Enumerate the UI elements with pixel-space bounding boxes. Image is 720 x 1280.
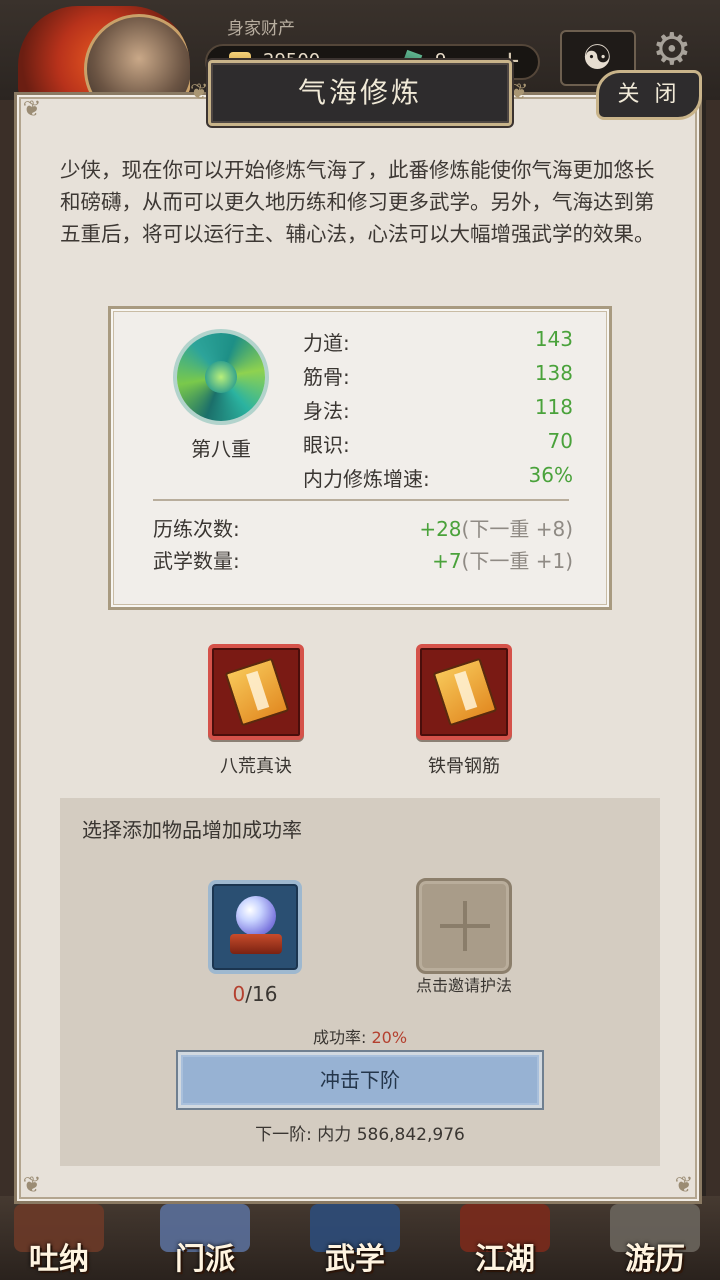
bonus-value-group: +28(下一重 +8) [419, 513, 573, 542]
bonus-value: +7 [432, 549, 462, 573]
bonus-row: 武学数量: +7(下一重 +1) [153, 545, 573, 575]
player-portrait-frame[interactable] [18, 6, 190, 98]
corner-ornament-icon: ❦ [22, 1173, 42, 1198]
scroll-book-icon [224, 657, 290, 727]
item-count: 0/16 [208, 982, 302, 1006]
nav-wuxue[interactable]: 武学 [300, 1204, 410, 1280]
settings-gear-icon[interactable]: ⚙ [652, 24, 691, 75]
stat-row: 筋骨: 138 [303, 361, 573, 391]
stat-value: 70 [547, 429, 573, 453]
invite-guardian-button[interactable] [416, 878, 512, 974]
dialog-title: 气海修炼 [297, 76, 422, 109]
bonus-label: 武学数量: [153, 549, 240, 573]
item-count-total: /16 [245, 982, 278, 1006]
stat-value: 138 [534, 361, 573, 385]
qihai-swirl-icon [177, 333, 265, 421]
nav-tuna-label: 吐纳 [29, 1242, 89, 1277]
success-rate-value: 20% [371, 1028, 408, 1047]
boost-title: 选择添加物品增加成功率 [82, 818, 302, 842]
nav-jianghu-label: 江湖 [475, 1242, 535, 1277]
nav-menpai-label: 门派 [175, 1242, 235, 1277]
level-stats-card: 第八重 力道: 143 筋骨: 138 身法: 118 眼识: 70 内力修炼增… [108, 306, 612, 610]
stat-label: 内力修炼增速: [303, 467, 430, 491]
success-rate: 成功率: 20% [60, 1024, 660, 1048]
dialog-title-plate: 气海修炼 [208, 60, 512, 126]
stat-label: 眼识: [303, 433, 350, 457]
left-scenery [0, 100, 14, 1200]
success-rate-label: 成功率: [312, 1028, 372, 1047]
stat-row: 身法: 118 [303, 395, 573, 425]
stat-value: 118 [534, 395, 573, 419]
stat-value: 143 [534, 327, 573, 351]
crystal-orb-slot[interactable] [208, 880, 302, 974]
avatar[interactable] [84, 14, 190, 98]
breakthrough-button[interactable]: 冲击下阶 [178, 1052, 542, 1108]
book-tiegu[interactable] [416, 644, 512, 740]
level-name: 第八重 [191, 437, 251, 461]
book-label: 铁骨钢筋 [428, 756, 500, 777]
invite-guardian-label: 点击邀请护法 [415, 976, 512, 995]
nav-jianghu[interactable]: 江湖 [450, 1204, 560, 1280]
nav-youli[interactable]: 游历 [600, 1204, 710, 1280]
book-bahuang[interactable] [208, 644, 304, 740]
item-count-current: 0 [232, 982, 246, 1006]
bonus-value-group: +7(下一重 +1) [432, 545, 573, 574]
stat-label: 力道: [303, 331, 350, 355]
success-boost-section: 选择添加物品增加成功率 0/16 点击邀请护法 成功率: 20% 冲击下阶 下一… [60, 798, 660, 1166]
bottom-nav: 吐纳 门派 武学 江湖 游历 [0, 1196, 720, 1280]
orb-stand-icon [230, 934, 282, 954]
stat-row: 眼识: 70 [303, 429, 573, 459]
intro-text: 少侠，现在你可以开始修炼气海了，此番修炼能使你气海更加悠长和磅礴，从而可以更久地… [60, 158, 655, 246]
stat-row: 力道: 143 [303, 327, 573, 357]
corner-ornament-icon: ❦ [674, 1173, 694, 1198]
stat-value: 36% [528, 463, 573, 487]
nav-tuna[interactable]: 吐纳 [4, 1204, 114, 1280]
bonus-label: 历练次数: [153, 517, 240, 541]
bonus-row: 历练次数: +28(下一重 +8) [153, 513, 573, 543]
next-requirement: 下一阶: 内力 586,842,976 [255, 1125, 465, 1145]
crystal-orb-icon [236, 896, 276, 936]
bonus-next: (下一重 +1) [461, 549, 573, 573]
nav-wuxue-label: 武学 [325, 1242, 385, 1277]
corner-ornament-icon: ❦ [22, 97, 42, 122]
nav-menpai[interactable]: 门派 [150, 1204, 260, 1280]
bonus-next: (下一重 +8) [461, 517, 573, 541]
title-ornament-icon: ❦ [510, 80, 529, 105]
bonus-value: +28 [419, 517, 462, 541]
divider [153, 499, 569, 501]
wealth-label: 身家财产 [227, 19, 295, 39]
right-scenery [706, 100, 720, 1200]
stat-label: 筋骨: [303, 365, 350, 389]
stat-label: 身法: [303, 399, 350, 423]
close-button[interactable]: 关 闭 [596, 70, 702, 120]
book-label: 八荒真诀 [220, 756, 292, 777]
nav-youli-label: 游历 [625, 1242, 685, 1277]
stat-row: 内力修炼增速: 36% [303, 463, 573, 493]
scroll-book-icon [432, 657, 498, 727]
